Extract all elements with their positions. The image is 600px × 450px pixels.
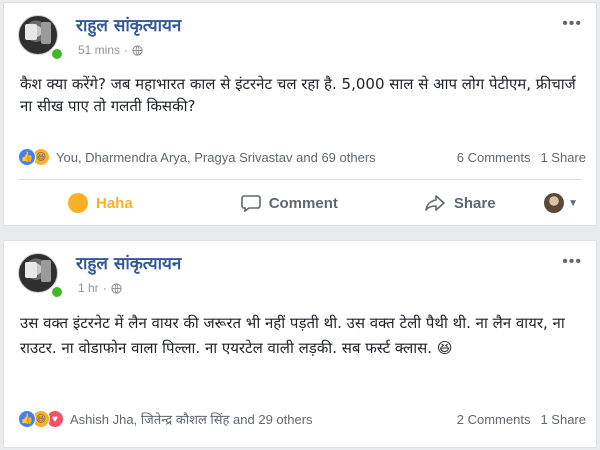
more-options-icon[interactable]: ••• [562, 15, 582, 33]
shares-count[interactable]: 1 Share [540, 412, 586, 427]
comments-count[interactable]: 2 Comments [457, 412, 531, 427]
comment-button[interactable]: Comment [240, 194, 338, 212]
online-status-icon [50, 285, 64, 299]
post-timestamp[interactable]: 1 hr [78, 281, 99, 295]
reaction-icons[interactable]: 👍 😆 [18, 148, 50, 166]
share-icon [425, 195, 445, 211]
post-card: राहुल सांकृत्यायन 1 hr · ••• उस वक्त इंट… [3, 240, 597, 448]
like-reaction-icon: 👍 [18, 148, 36, 166]
share-button[interactable]: Share [424, 194, 496, 212]
haha-icon: 😆 [68, 193, 88, 213]
comment-icon [240, 195, 261, 212]
more-options-icon[interactable]: ••• [562, 253, 582, 271]
chevron-down-icon: ▼ [568, 197, 578, 209]
globe-icon[interactable] [132, 44, 143, 56]
reaction-summary: 👍 😆 ♥ Ashish Jha, जितेन्द्र कौशल सिंह an… [18, 410, 586, 428]
reaction-summary: 👍 😆 You, Dharmendra Arya, Pragya Srivast… [18, 148, 586, 166]
reaction-audience-picker[interactable]: ▼ [544, 193, 578, 213]
like-reaction-icon: 👍 [18, 410, 36, 428]
globe-icon[interactable] [111, 282, 122, 294]
shares-count[interactable]: 1 Share [540, 150, 586, 165]
haha-button[interactable]: 😆 Haha [68, 193, 133, 213]
post-text: कैश क्या करेंगे? जब महाभारत काल से इंटरन… [20, 75, 576, 115]
author-name[interactable]: राहुल सांकृत्यायन [76, 251, 181, 274]
user-avatar [544, 193, 565, 213]
share-label: Share [453, 194, 496, 212]
comments-count[interactable]: 6 Comments [457, 150, 531, 165]
comment-label: Comment [268, 194, 338, 212]
reaction-icons[interactable]: 👍 😆 ♥ [18, 410, 64, 428]
post-meta: 1 hr · [78, 281, 122, 295]
post-card: राहुल सांकृत्यायन 51 mins · ••• कैश क्या… [3, 2, 597, 226]
haha-label: Haha [96, 194, 133, 212]
divider [18, 179, 582, 180]
online-status-icon [50, 47, 64, 61]
post-timestamp[interactable]: 51 mins [78, 43, 120, 57]
reaction-names[interactable]: Ashish Jha, जितेन्द्र कौशल सिंह and 29 o… [70, 410, 313, 428]
post-text: उस वक्त इंटरनेट में लैन वायर की जरूरत भी… [20, 314, 565, 357]
reaction-names[interactable]: You, Dharmendra Arya, Pragya Srivastav a… [56, 150, 376, 165]
action-bar: 😆 Haha Comment Share [4, 181, 596, 225]
author-name[interactable]: राहुल सांकृत्यायन [76, 13, 181, 36]
post-meta: 51 mins · [78, 43, 143, 57]
